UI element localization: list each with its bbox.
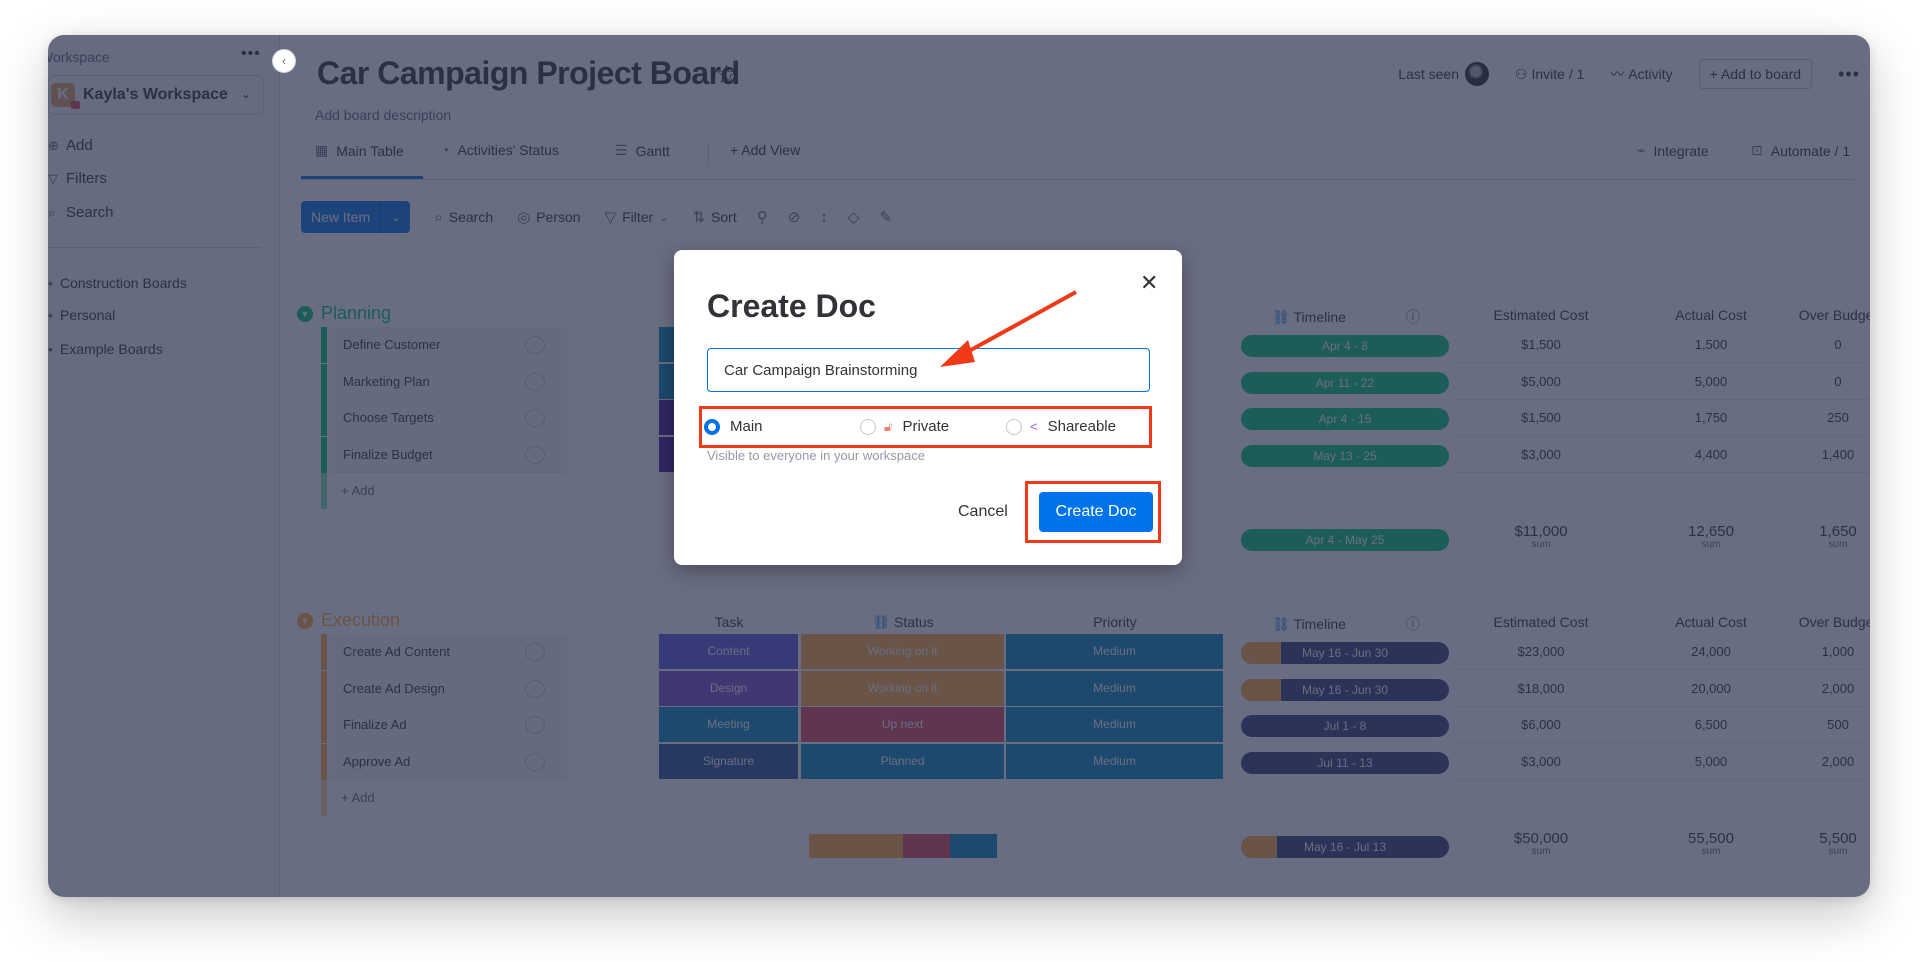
dialog-title: Create Doc bbox=[707, 288, 876, 324]
visibility-hint: Visible to everyone in your workspace bbox=[707, 448, 925, 463]
doc-name-input[interactable] bbox=[707, 348, 1150, 392]
annotation-highlight-options bbox=[699, 406, 1152, 448]
cancel-button[interactable]: Cancel bbox=[958, 503, 1008, 521]
collapse-sidebar-button[interactable]: ‹ bbox=[272, 49, 296, 73]
annotation-highlight-create bbox=[1025, 481, 1161, 543]
close-icon[interactable]: ✕ bbox=[1140, 270, 1158, 296]
